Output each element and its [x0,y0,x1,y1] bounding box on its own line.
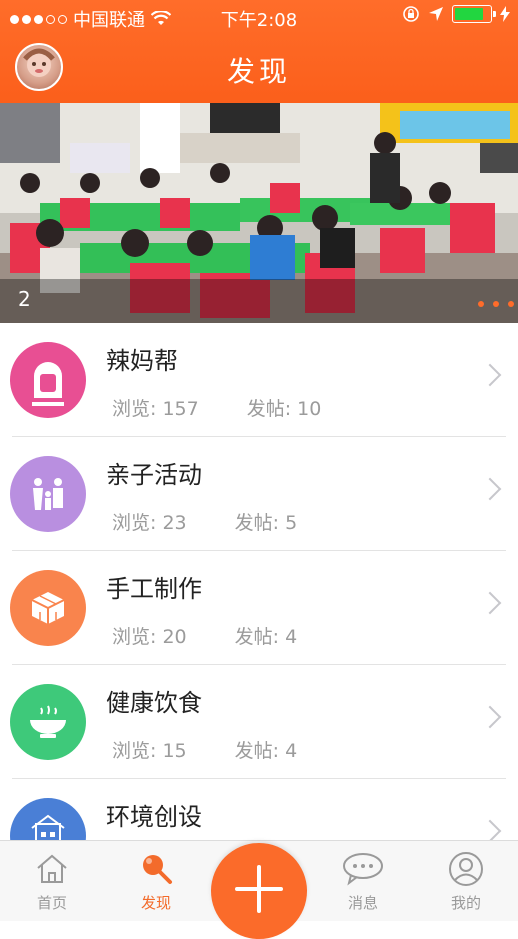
discover-list: 辣妈帮 浏览: 157 发帖: 10 亲子活动 浏览: 23 发帖: 5 手工制… [0,323,518,892]
tab-discover[interactable]: 发现 [104,841,208,921]
family-icon [10,456,86,532]
list-item-lama[interactable]: 辣妈帮 浏览: 157 发帖: 10 [10,323,506,437]
list-item-healthy-food[interactable]: 健康饮食 浏览: 15 发帖: 4 [10,665,506,779]
mom-icon [10,342,86,418]
tab-messages[interactable]: 消息 [311,841,415,921]
list-item-title: 亲子活动 [106,461,202,489]
list-item-stats: 浏览: 20 发帖: 4 [112,622,297,649]
plus-icon [235,865,283,913]
chevron-right-icon [478,477,502,501]
compose-plus-button[interactable] [211,843,307,939]
tab-discover-label: 发现 [140,894,171,912]
chevron-right-icon [478,705,502,729]
battery-icon [452,5,496,23]
list-item-parent-child[interactable]: 亲子活动 浏览: 23 发帖: 5 [10,437,506,551]
list-item-handcraft[interactable]: 手工制作 浏览: 20 发帖: 4 [10,551,506,665]
tab-home-label: 首页 [36,894,67,912]
tab-home[interactable]: 首页 [0,841,104,921]
banner-caption-bar [0,279,518,323]
orientation-lock-icon [403,6,419,22]
pager-dot[interactable] [508,301,514,307]
banner-index: 2 [18,287,31,311]
list-item-title: 环境创设 [106,803,202,831]
charging-bolt-icon [500,6,510,22]
pager-dot[interactable] [493,301,499,307]
top-header: 中国联通 下午2:08 发现 [0,0,518,103]
banner-carousel[interactable]: 2 [0,103,518,323]
list-item-title: 手工制作 [106,575,202,603]
posts-count: 发帖: 5 [234,512,298,534]
chat-bubble-icon [343,853,383,886]
list-item-stats: 浏览: 15 发帖: 4 [112,736,297,763]
posts-count: 发帖: 10 [246,398,322,420]
views-count: 浏览: 157 [112,398,199,420]
banner-pager[interactable] [478,301,514,307]
page-title: 发现 [226,55,291,88]
user-profile-icon [449,852,483,886]
chevron-right-icon [478,363,502,387]
tab-mine-label: 我的 [450,894,481,912]
views-count: 浏览: 23 [112,512,187,534]
cube-icon [10,570,86,646]
bowl-icon [10,684,86,760]
pager-dot[interactable] [478,301,484,307]
tab-mine[interactable]: 我的 [414,841,518,921]
chevron-right-icon [478,591,502,615]
list-item-stats: 浏览: 157 发帖: 10 [112,394,321,421]
posts-count: 发帖: 4 [234,626,298,648]
views-count: 浏览: 15 [112,740,187,762]
home-icon [37,854,67,883]
search-icon [143,855,172,884]
list-item-title: 健康饮食 [106,689,202,717]
posts-count: 发帖: 4 [234,740,298,762]
tab-messages-label: 消息 [347,894,378,912]
list-item-title: 辣妈帮 [106,347,178,375]
views-count: 浏览: 20 [112,626,187,648]
location-arrow-icon [429,7,443,21]
list-item-stats: 浏览: 23 发帖: 5 [112,508,297,535]
chevron-right-icon [478,819,502,843]
status-bar: 中国联通 下午2:08 [0,0,518,34]
